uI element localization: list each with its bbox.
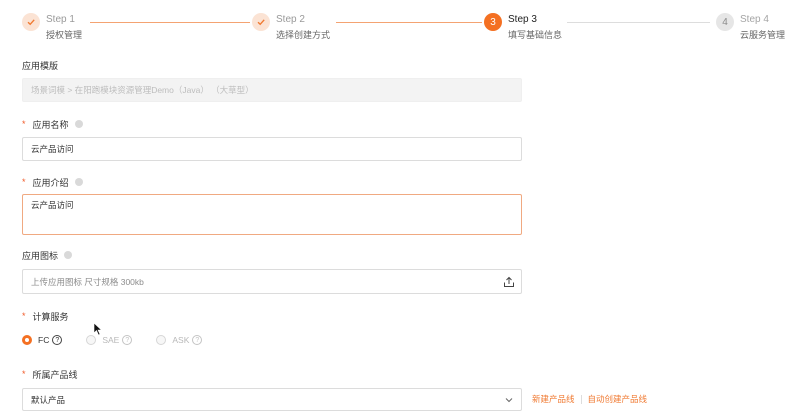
app-desc-label: * 应用介绍 xyxy=(22,175,83,189)
radio-button[interactable] xyxy=(22,335,32,345)
required-mark: * xyxy=(22,311,26,321)
create-app-page: Step 1 授权管理 Step 2 选择创建方式 3 Step 3 填写基础信… xyxy=(0,0,799,420)
radio-sae[interactable]: SAE ? xyxy=(86,335,133,345)
radio-label: FC xyxy=(38,335,50,345)
step-title: Step 2 xyxy=(276,14,305,25)
app-icon-label: 应用图标 xyxy=(22,248,73,262)
step-title: Step 1 xyxy=(46,14,75,25)
radio-button[interactable] xyxy=(156,335,167,345)
app-name-value: 云产品访问 xyxy=(31,144,74,154)
app-desc-textarea[interactable]: 云产品访问 xyxy=(22,194,522,235)
step-4[interactable]: 4 Step 4 云服务管理 xyxy=(716,13,785,41)
radio-ask[interactable]: ASK ? xyxy=(156,335,203,345)
mouse-cursor-icon xyxy=(93,322,103,336)
step-desc: 选择创建方式 xyxy=(276,30,331,40)
product-line-select[interactable]: 默认产品 xyxy=(22,388,522,411)
app-desc-label-text: 应用介绍 xyxy=(32,177,69,188)
template-field: 场景词模 > 在阳跑模块资源管理Demo（Java） （大草型） xyxy=(22,78,522,102)
template-value: 场景词模 > 在阳跑模块资源管理Demo（Java） （大草型） xyxy=(31,85,254,95)
step-desc: 授权管理 xyxy=(46,30,83,40)
help-icon[interactable] xyxy=(64,251,73,259)
help-icon[interactable]: ? xyxy=(192,335,203,345)
template-label-text: 应用模版 xyxy=(22,60,59,71)
step-1[interactable]: Step 1 授权管理 xyxy=(22,13,82,41)
product-line-label-text: 所属产品线 xyxy=(32,369,78,380)
new-product-line-link[interactable]: 新建产品线 xyxy=(532,393,575,405)
compute-label-text: 计算服务 xyxy=(32,311,69,322)
help-icon[interactable]: ? xyxy=(122,335,133,345)
required-mark: * xyxy=(22,369,26,379)
app-name-label-text: 应用名称 xyxy=(32,119,69,130)
upload-icon[interactable] xyxy=(503,276,515,288)
template-label: 应用模版 xyxy=(22,58,58,72)
step-connector xyxy=(90,22,250,23)
step-3[interactable]: 3 Step 3 填写基础信息 xyxy=(484,13,562,41)
check-icon xyxy=(22,13,40,31)
auto-create-product-line-link[interactable]: 自动创建产品线 xyxy=(588,393,648,405)
check-icon xyxy=(252,13,270,31)
radio-button[interactable] xyxy=(86,335,97,345)
compute-label: * 计算服务 xyxy=(22,309,69,323)
compute-radio-group: FC ? SAE ? ASK ? xyxy=(22,333,226,347)
app-icon-label-text: 应用图标 xyxy=(22,250,59,261)
step-number: 3 xyxy=(484,13,502,31)
app-icon-upload[interactable]: 上传应用图标 尺寸规格 300kb xyxy=(22,269,522,294)
step-desc: 填写基础信息 xyxy=(508,30,563,40)
step-title: Step 4 xyxy=(740,14,769,25)
product-line-links: 新建产品线 自动创建产品线 xyxy=(532,393,647,405)
app-icon-placeholder: 上传应用图标 尺寸规格 300kb xyxy=(31,276,144,287)
radio-label: ASK xyxy=(172,335,190,345)
product-line-label: * 所属产品线 xyxy=(22,367,78,381)
step-title: Step 3 xyxy=(508,14,537,25)
link-divider xyxy=(580,394,582,404)
required-mark: * xyxy=(22,119,26,129)
help-icon[interactable] xyxy=(74,178,83,186)
step-connector xyxy=(336,22,482,23)
help-icon[interactable] xyxy=(74,120,83,128)
step-2[interactable]: Step 2 选择创建方式 xyxy=(252,13,330,41)
radio-label: SAE xyxy=(102,335,120,345)
step-number: 4 xyxy=(716,13,734,31)
step-connector xyxy=(567,22,710,23)
step-desc: 云服务管理 xyxy=(740,30,786,40)
app-name-input[interactable]: 云产品访问 xyxy=(22,137,522,161)
chevron-down-icon xyxy=(505,398,513,403)
radio-fc[interactable]: FC ? xyxy=(22,335,63,345)
app-name-label: * 应用名称 xyxy=(22,117,83,131)
product-line-value: 默认产品 xyxy=(31,394,66,405)
help-icon[interactable]: ? xyxy=(52,335,63,345)
required-mark: * xyxy=(22,177,26,187)
stepper: Step 1 授权管理 Step 2 选择创建方式 3 Step 3 填写基础信… xyxy=(0,0,799,50)
app-desc-value: 云产品访问 xyxy=(31,200,74,210)
